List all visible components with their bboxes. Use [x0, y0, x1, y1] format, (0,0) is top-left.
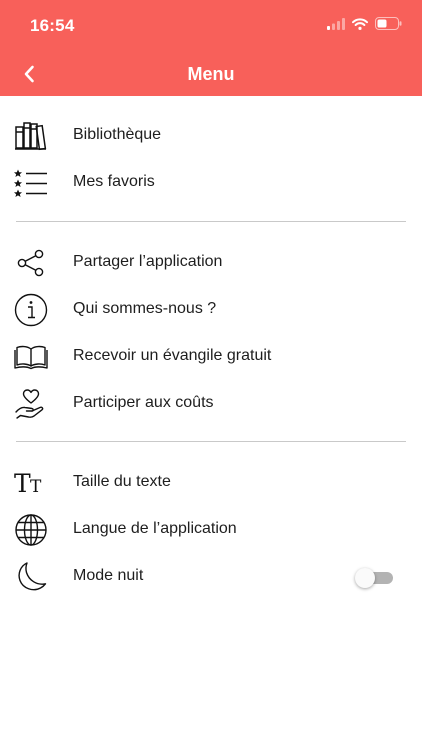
night-mode-toggle[interactable] — [355, 568, 393, 588]
heart-hand-icon — [14, 387, 48, 421]
status-bar: 16:54 — [0, 0, 422, 50]
menu-item-language[interactable]: Langue de l’application — [0, 507, 422, 553]
moon-icon — [14, 560, 48, 594]
info-icon — [14, 293, 48, 327]
app-header: 16:54 Menu — [0, 0, 422, 96]
menu-item-text-size[interactable]: T T Taille du texte — [0, 460, 422, 506]
svg-text:T: T — [14, 469, 31, 497]
wifi-icon — [352, 17, 368, 30]
share-icon — [14, 246, 48, 280]
status-time: 16:54 — [30, 16, 75, 35]
menu-item-favorites[interactable]: Mes favoris — [0, 160, 422, 206]
toggle-knob — [355, 568, 375, 588]
starred-list-icon — [14, 166, 48, 200]
signal-icon — [327, 17, 345, 30]
globe-icon — [14, 513, 48, 547]
menu-item-label: Langue de l’application — [73, 520, 237, 537]
menu-item-label: Qui sommes-nous ? — [73, 300, 217, 317]
text-size-icon: T T — [14, 466, 48, 500]
menu-item-label: Partager l’application — [73, 253, 223, 270]
menu-item-share[interactable]: Partager l’application — [0, 240, 422, 286]
svg-text:T: T — [30, 477, 42, 497]
menu-item-label: Recevoir un évangile gratuit — [73, 347, 272, 364]
menu-item-label: Mes favoris — [73, 173, 155, 190]
menu-item-library[interactable]: Bibliothèque — [0, 113, 422, 159]
page-title: Menu — [187, 64, 235, 84]
menu-item-donate[interactable]: Participer aux coûts — [0, 381, 422, 427]
menu-item-label: Bibliothèque — [73, 126, 162, 143]
section-divider — [16, 221, 406, 222]
menu-item-about[interactable]: Qui sommes-nous ? — [0, 287, 422, 333]
status-icons — [327, 17, 402, 30]
menu-item-label: Mode nuit — [73, 567, 144, 584]
menu-item-free-gospel[interactable]: Recevoir un évangile gratuit — [0, 334, 422, 380]
battery-icon — [375, 17, 402, 30]
books-icon — [14, 119, 48, 153]
open-book-icon — [14, 340, 48, 374]
menu-item-night-mode[interactable]: Mode nuit — [0, 554, 422, 600]
nav-bar: Menu — [0, 52, 422, 96]
menu-item-label: Taille du texte — [73, 473, 171, 490]
menu-item-label: Participer aux coûts — [73, 394, 214, 411]
section-divider — [16, 441, 406, 442]
